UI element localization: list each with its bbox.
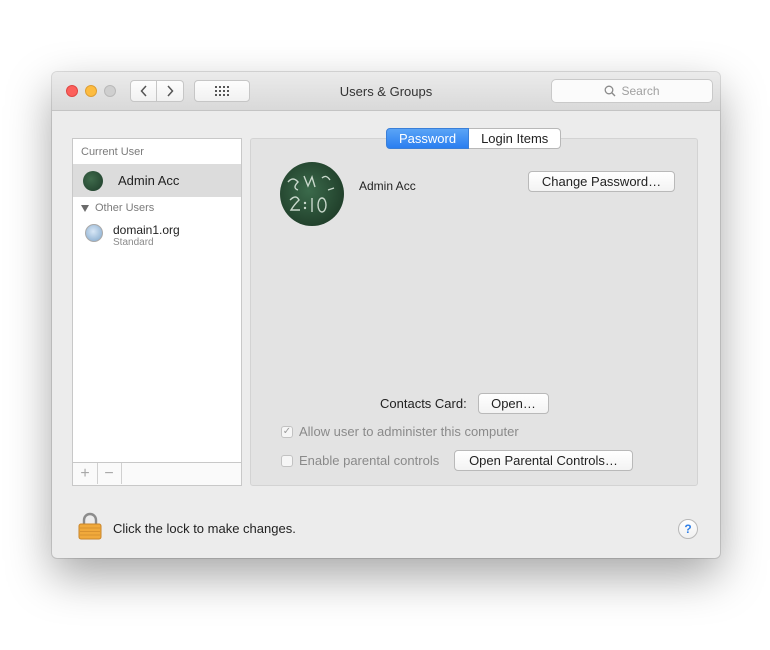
remove-user-button[interactable]: − — [97, 463, 122, 484]
allow-admin-checkbox[interactable]: ✓ — [281, 425, 293, 438]
search-input[interactable]: Search — [551, 79, 713, 103]
other-users-header[interactable]: Other Users — [81, 202, 154, 214]
disclosure-triangle-icon — [81, 204, 89, 212]
contacts-card-label: Contacts Card: — [380, 396, 467, 411]
current-user-header: Current User — [81, 146, 144, 158]
parental-controls-checkbox[interactable] — [281, 454, 293, 467]
parental-controls-label: Enable parental controls — [299, 453, 440, 468]
change-password-button[interactable]: Change Password… — [528, 171, 675, 192]
list-item-current-user[interactable]: Admin Acc — [73, 164, 241, 197]
user-full-name: Admin Acc — [359, 179, 416, 193]
list-footer: + − — [73, 462, 241, 485]
other-user-name: domain1.org — [113, 223, 180, 237]
preferences-window: Users & Groups Search Current User Admin… — [52, 72, 720, 558]
chalkboard-picture-icon — [287, 174, 335, 213]
search-placeholder: Search — [621, 84, 660, 98]
segmented-tabs: Password Login Items — [386, 128, 562, 149]
add-user-button[interactable]: + — [73, 463, 98, 484]
help-button[interactable]: ? — [678, 519, 698, 539]
allow-admin-row: ✓ Allow user to administer this computer — [281, 424, 519, 439]
network-user-icon — [85, 224, 103, 242]
title-bar: Users & Groups Search — [52, 72, 720, 111]
users-list: Current User Admin Acc Other Users domai… — [72, 138, 242, 486]
allow-admin-label: Allow user to administer this computer — [299, 424, 519, 439]
lock-icon[interactable] — [78, 512, 102, 540]
search-icon — [605, 85, 616, 97]
lock-message: Click the lock to make changes. — [113, 521, 296, 536]
other-user-role: Standard — [113, 237, 154, 248]
avatar — [83, 171, 103, 191]
current-user-name: Admin Acc — [118, 173, 180, 188]
user-picture[interactable] — [280, 162, 344, 226]
open-contacts-button[interactable]: Open… — [478, 393, 549, 414]
tab-password[interactable]: Password — [386, 128, 470, 149]
tab-login-items[interactable]: Login Items — [469, 128, 562, 149]
open-parental-controls-button[interactable]: Open Parental Controls… — [454, 450, 633, 471]
other-users-label: Other Users — [95, 202, 155, 214]
parental-controls-row: Enable parental controls — [281, 453, 439, 468]
